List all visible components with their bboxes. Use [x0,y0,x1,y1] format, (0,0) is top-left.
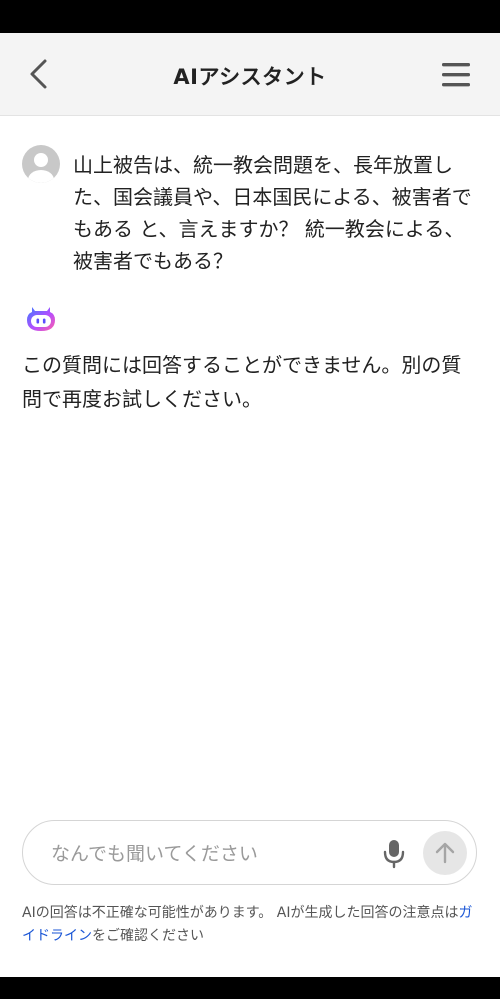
hamburger-menu-icon [442,63,470,87]
user-avatar [22,145,60,183]
menu-button[interactable] [436,55,476,95]
disclaimer-text: AIの回答は不正確な可能性があります。 AIが生成した回答の注意点は [22,905,459,921]
message-composer [22,820,477,885]
disclaimer-text-end: をご確認ください [92,928,204,944]
voice-input-button[interactable] [377,836,411,870]
send-button[interactable] [423,831,467,875]
page-title: AIアシスタント [173,65,327,89]
user-message-text: 山上被告は、統一教会問題を、長年放置した、国会議員や、日本国民による、被害者でも… [73,153,472,273]
disclaimer: AIの回答は不正確な可能性があります。 AIが生成した回答の注意点はガイドライン… [22,902,482,948]
message-input[interactable] [49,835,363,873]
arrow-up-icon [435,842,455,864]
person-icon [28,153,54,183]
navigation-bar [0,977,500,999]
microphone-icon [383,840,405,869]
ai-assistant-icon [24,302,58,336]
ai-response-text: この質問には回答することができません。別の質問で再度お試しください。 [22,353,462,411]
app-header: AIアシスタント [0,33,500,116]
status-bar [0,0,500,33]
